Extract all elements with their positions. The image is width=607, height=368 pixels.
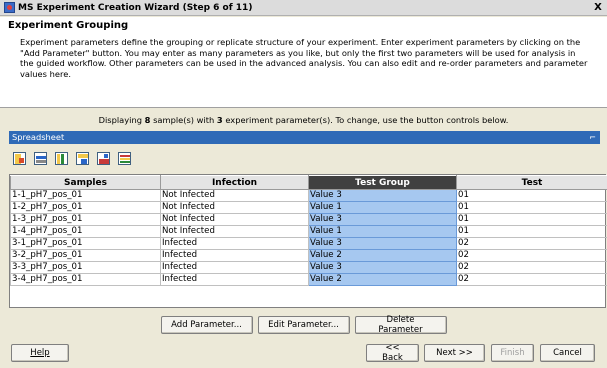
column-icon[interactable]	[53, 150, 70, 167]
table-row[interactable]: 1-1_pH7_pos_01 Not Infected Value 3 01	[10, 189, 607, 202]
help-label: Help	[30, 348, 50, 358]
cell-infection[interactable]: Infected	[160, 249, 309, 262]
cancel-button[interactable]: Cancel	[540, 344, 595, 362]
order-icon[interactable]	[116, 150, 133, 167]
cell-sample[interactable]: 3-4_pH7_pos_01	[10, 273, 161, 286]
table-row[interactable]: 3-2_pH7_pos_01 Infected Value 2 02	[10, 249, 607, 262]
cell-test-group[interactable]: Value 1	[308, 201, 457, 214]
spreadsheet-title-bar: Spreadsheet ⌐	[9, 131, 600, 144]
table-row[interactable]: 1-3_pH7_pos_01 Not Infected Value 3 01	[10, 213, 607, 226]
column-header-infection[interactable]: Infection	[160, 175, 309, 190]
header-panel: Experiment Grouping Experiment parameter…	[0, 17, 607, 108]
cell-infection[interactable]: Not Infected	[160, 201, 309, 214]
sample-table: Samples Infection Test Group Test 1-1_pH…	[10, 175, 607, 286]
column-header-test-group[interactable]: Test Group	[308, 175, 457, 190]
spreadsheet-toolbar	[11, 150, 133, 170]
cell-sample[interactable]: 1-2_pH7_pos_01	[10, 201, 161, 214]
cell-test-group[interactable]: Value 3	[308, 213, 457, 226]
cell-test[interactable]: 01	[456, 213, 607, 226]
table-row[interactable]: 3-3_pH7_pos_01 Infected Value 3 02	[10, 261, 607, 274]
cell-test-group[interactable]: Value 3	[308, 237, 457, 250]
cell-test[interactable]: 01	[456, 201, 607, 214]
delete-parameter-button[interactable]: Delete Parameter	[354, 315, 447, 335]
finish-button[interactable]: Finish	[491, 344, 534, 362]
display-suffix: experiment parameter(s). To change, use …	[222, 115, 509, 125]
next-button[interactable]: Next >>	[424, 344, 485, 362]
column-header-samples[interactable]: Samples	[10, 175, 161, 190]
cell-sample[interactable]: 1-1_pH7_pos_01	[10, 189, 161, 202]
cell-sample[interactable]: 1-3_pH7_pos_01	[10, 213, 161, 226]
table-row[interactable]: 1-2_pH7_pos_01 Not Infected Value 1 01	[10, 201, 607, 214]
cell-test-group[interactable]: Value 3	[308, 261, 457, 274]
wizard-nav-bar: Help << Back Next >> Finish Cancel	[0, 343, 607, 368]
cell-test-group[interactable]: Value 3	[308, 189, 457, 202]
cell-test[interactable]: 02	[456, 261, 607, 274]
cell-infection[interactable]: Not Infected	[160, 225, 309, 238]
table-row[interactable]: 3-4_pH7_pos_01 Infected Value 2 02	[10, 273, 607, 286]
cell-infection[interactable]: Not Infected	[160, 189, 309, 202]
back-button[interactable]: << Back	[366, 343, 419, 363]
column-header-test[interactable]: Test	[456, 175, 607, 190]
cell-infection[interactable]: Infected	[160, 237, 309, 250]
display-prefix: Displaying	[98, 115, 145, 125]
cell-sample[interactable]: 3-3_pH7_pos_01	[10, 261, 161, 274]
title-bar: MS Experiment Creation Wizard (Step 6 of…	[0, 0, 607, 16]
cell-infection[interactable]: Not Infected	[160, 213, 309, 226]
cell-infection[interactable]: Infected	[160, 261, 309, 274]
import-icon[interactable]	[11, 150, 28, 167]
chart-icon[interactable]	[95, 150, 112, 167]
page-description: Experiment parameters define the groupin…	[20, 37, 588, 79]
cell-infection[interactable]: Infected	[160, 273, 309, 286]
app-icon	[4, 2, 15, 13]
close-button[interactable]: X	[592, 2, 604, 14]
cell-test-group[interactable]: Value 1	[308, 225, 457, 238]
spreadsheet-grid[interactable]: Samples Infection Test Group Test 1-1_pH…	[9, 174, 607, 308]
window-title: MS Experiment Creation Wizard (Step 6 of…	[18, 2, 253, 13]
display-middle: sample(s) with	[150, 115, 217, 125]
spreadsheet-title: Spreadsheet	[12, 132, 65, 142]
page-title: Experiment Grouping	[8, 20, 129, 31]
cell-sample[interactable]: 3-1_pH7_pos_01	[10, 237, 161, 250]
cell-sample[interactable]: 1-4_pH7_pos_01	[10, 225, 161, 238]
cell-test[interactable]: 02	[456, 237, 607, 250]
sort-icon[interactable]	[74, 150, 91, 167]
cell-test[interactable]: 02	[456, 273, 607, 286]
cell-test[interactable]: 01	[456, 189, 607, 202]
export-icon[interactable]	[32, 150, 49, 167]
header-row: Samples Infection Test Group Test	[10, 175, 607, 190]
cell-test[interactable]: 01	[456, 225, 607, 238]
add-parameter-button[interactable]: Add Parameter...	[160, 316, 253, 334]
wizard-window: MS Experiment Creation Wizard (Step 6 of…	[0, 0, 607, 368]
help-button[interactable]: Help	[11, 344, 69, 362]
cell-test[interactable]: 02	[456, 249, 607, 262]
edit-parameter-button[interactable]: Edit Parameter...	[257, 316, 350, 334]
cell-test-group[interactable]: Value 2	[308, 273, 457, 286]
table-row[interactable]: 1-4_pH7_pos_01 Not Infected Value 1 01	[10, 225, 607, 238]
pin-icon[interactable]: ⌐	[589, 131, 596, 144]
cell-sample[interactable]: 3-2_pH7_pos_01	[10, 249, 161, 262]
display-summary: Displaying 8 sample(s) with 3 experiment…	[0, 115, 607, 125]
table-row[interactable]: 3-1_pH7_pos_01 Infected Value 3 02	[10, 237, 607, 250]
cell-test-group[interactable]: Value 2	[308, 249, 457, 262]
parameter-button-row: Add Parameter... Edit Parameter... Delet…	[0, 315, 607, 335]
